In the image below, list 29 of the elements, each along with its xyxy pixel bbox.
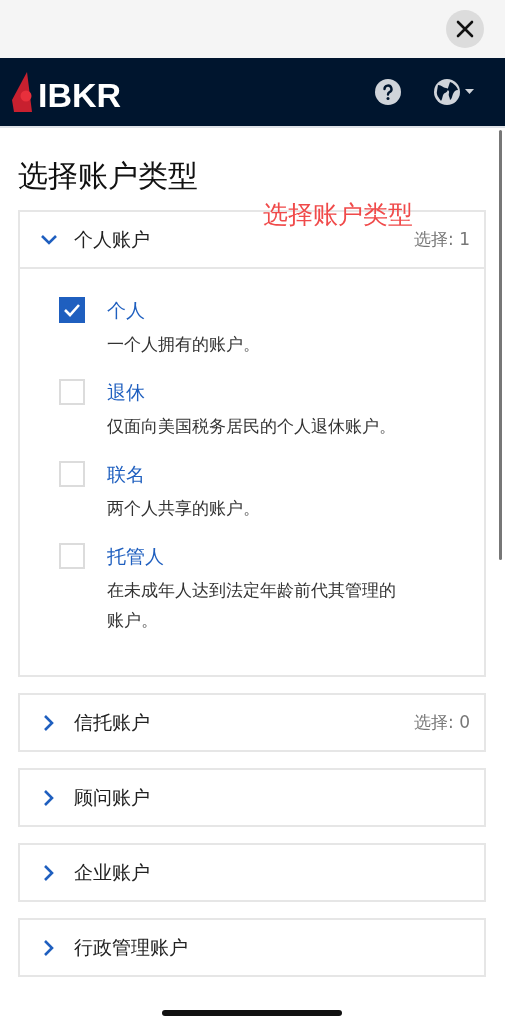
close-icon	[456, 20, 474, 38]
option-description: 两个人共享的账户。	[107, 497, 260, 520]
option-description: 一个人拥有的账户。	[107, 333, 260, 356]
selection-count: 选择: 1	[414, 228, 470, 251]
help-icon[interactable]	[375, 79, 401, 105]
section-label: 顾问账户	[74, 784, 151, 810]
check-icon	[63, 303, 81, 317]
section-label: 个人账户	[74, 226, 151, 252]
selection-count: 选择: 0	[414, 711, 470, 734]
section-header[interactable]: 企业账户	[20, 845, 484, 900]
checkbox[interactable]	[59, 297, 85, 323]
option-description: 在未成年人达到法定年龄前代其管理的账户。	[107, 579, 397, 632]
section-header[interactable]: 信托账户 选择: 0	[20, 695, 484, 750]
logo-icon	[12, 72, 34, 112]
section-header[interactable]: 顾问账户	[20, 770, 484, 825]
option-label[interactable]: 联名	[107, 461, 260, 487]
globe-icon[interactable]	[433, 78, 475, 106]
option-description: 仅面向美国税务居民的个人退休账户。	[107, 415, 396, 438]
logo-text: IBKR	[38, 78, 122, 112]
option-label[interactable]: 托管人	[107, 543, 407, 569]
page-title: 选择账户类型	[18, 158, 199, 194]
section-label: 信托账户	[74, 709, 151, 735]
option-label[interactable]: 个人	[107, 297, 260, 323]
scrollbar[interactable]	[499, 130, 502, 560]
close-button[interactable]	[446, 10, 484, 48]
section-header[interactable]: 行政管理账户	[20, 920, 484, 975]
option-label[interactable]: 退休	[107, 379, 396, 405]
section-label: 企业账户	[74, 859, 151, 885]
section-label: 行政管理账户	[74, 934, 189, 960]
